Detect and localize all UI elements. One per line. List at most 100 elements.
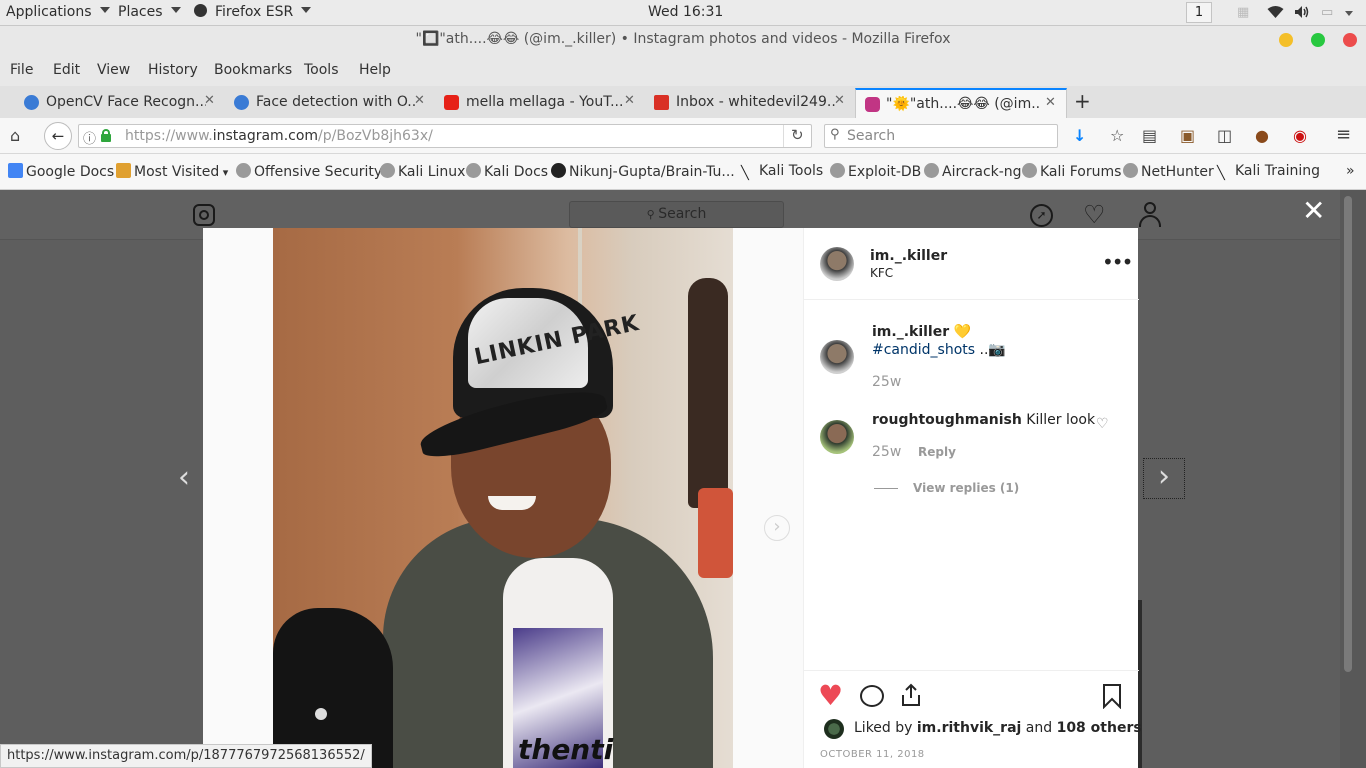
comment-icon[interactable] <box>860 685 884 707</box>
web-search-input[interactable]: ⚲ Search <box>824 124 1058 148</box>
bookmark-nethunter[interactable]: NetHunter <box>1123 163 1214 180</box>
cookie-icon[interactable]: ● <box>1255 126 1269 145</box>
lock-icon[interactable] <box>101 129 111 142</box>
bookmark-kali-docs[interactable]: Kali Docs <box>466 163 548 180</box>
wifi-icon[interactable] <box>1267 5 1284 23</box>
close-tab-icon[interactable]: ✕ <box>834 93 845 108</box>
applications-menu[interactable]: Applications <box>6 4 110 20</box>
clock[interactable]: Wed 16:31 <box>648 4 723 20</box>
save-bookmark-icon[interactable] <box>1102 683 1122 710</box>
bookmark-google-docs[interactable]: Google Docs <box>8 163 114 180</box>
carousel-next-icon[interactable]: › <box>764 515 790 541</box>
home-icon[interactable]: ⌂ <box>10 126 20 145</box>
close-tab-icon[interactable]: ✕ <box>624 93 635 108</box>
bookmark-most-visited[interactable]: Most Visited ▾ <box>116 163 228 180</box>
bookmark-github-repo[interactable]: Nikunj-Gupta/Brain-Tu... <box>551 163 735 180</box>
menu-file[interactable]: File <box>10 62 33 78</box>
explore-compass-icon[interactable]: ➚ <box>1030 204 1053 227</box>
avatar[interactable] <box>820 420 854 454</box>
menu-bookmarks[interactable]: Bookmarks <box>214 62 292 78</box>
battery-icon[interactable]: ▭ <box>1321 5 1333 20</box>
bookmark-offensive-security[interactable]: Offensive Security <box>236 163 382 180</box>
view-replies-link[interactable]: View replies (1) <box>913 481 1019 495</box>
screenshot-icon[interactable]: ▣ <box>1180 126 1195 145</box>
bookmark-kali-forums[interactable]: Kali Forums <box>1022 163 1121 180</box>
post-date[interactable]: OCTOBER 11, 2018 <box>820 749 925 760</box>
more-bookmarks-icon[interactable]: » <box>1346 163 1355 179</box>
tab-opencv[interactable]: OpenCV Face Recogn... ✕ <box>24 88 220 118</box>
hamburger-menu-icon[interactable]: ≡ <box>1336 124 1351 145</box>
post-username[interactable]: im._.killer <box>870 248 947 264</box>
caption-author[interactable]: im._.killer 💛 <box>872 324 971 340</box>
liked-by-others[interactable]: 108 others <box>1057 720 1142 736</box>
reload-icon[interactable]: ↻ <box>791 126 804 144</box>
bookmark-kali-training[interactable]: ╲ Kali Training <box>1217 163 1320 181</box>
power-icon[interactable] <box>1345 5 1353 20</box>
instagram-search-input[interactable]: ⚲ Search <box>569 201 784 228</box>
globe-icon <box>1022 163 1037 178</box>
library-icon[interactable]: ▤ <box>1142 126 1157 145</box>
caption-age[interactable]: 25w <box>872 374 901 390</box>
workspace-indicator[interactable]: 1 <box>1186 2 1212 23</box>
bookmark-aircrack[interactable]: Aircrack-ng <box>924 163 1022 180</box>
scrollbar-thumb[interactable] <box>1344 196 1352 672</box>
bookmark-kali-linux[interactable]: Kali Linux <box>380 163 465 180</box>
reply-link[interactable]: Reply <box>918 445 956 459</box>
avatar[interactable] <box>820 247 854 281</box>
more-options-icon[interactable]: ••• <box>1102 250 1133 274</box>
chevron-down-icon: ▾ <box>219 166 229 179</box>
window-title: "🔲"ath....😂😂 (@im._.killer) • Instagram … <box>415 31 951 47</box>
liked-by-user[interactable]: im.rithvik_raj <box>917 720 1021 736</box>
post-modal: thenti LINKIN PARK › im._.killer KFC •••… <box>203 228 1142 768</box>
menu-help[interactable]: Help <box>359 62 391 78</box>
tab-youtube[interactable]: mella mellaga - YouT... ✕ <box>444 88 640 118</box>
liker-avatar[interactable] <box>824 719 844 739</box>
profile-icon[interactable] <box>1139 202 1161 228</box>
kali-tools-icon: ╲ <box>741 166 749 181</box>
bookmark-exploit-db[interactable]: Exploit-DB <box>830 163 921 180</box>
close-tab-icon[interactable]: ✕ <box>414 93 425 108</box>
info-icon[interactable]: ⓘ <box>83 128 96 147</box>
instagram-icon <box>865 97 880 112</box>
places-menu[interactable]: Places <box>118 4 181 20</box>
next-post-arrow-icon[interactable]: › <box>1143 458 1185 499</box>
liked-heart-icon[interactable]: ♥ <box>818 679 843 712</box>
bookmark-kali-tools[interactable]: ╲ Kali Tools <box>741 163 823 181</box>
menu-edit[interactable]: Edit <box>53 62 80 78</box>
firefox-app-menu[interactable]: Firefox ESR <box>194 4 312 20</box>
share-icon[interactable] <box>900 683 922 707</box>
menu-history[interactable]: History <box>148 62 198 78</box>
avatar[interactable] <box>820 340 854 374</box>
maximize-button[interactable] <box>1311 33 1325 47</box>
close-tab-icon[interactable]: ✕ <box>1045 95 1056 110</box>
hashtag-link[interactable]: #candid_shots <box>872 342 975 358</box>
gmail-icon <box>654 95 669 110</box>
menu-view[interactable]: View <box>97 62 130 78</box>
comment-age[interactable]: 25w <box>872 444 901 460</box>
globe-icon <box>466 163 481 178</box>
volume-icon[interactable] <box>1294 5 1310 23</box>
previous-post-arrow-icon[interactable]: ‹ <box>178 460 190 495</box>
url-text[interactable]: https://www.instagram.com/p/BozVb8jh63x/ <box>125 128 433 144</box>
extension-icon[interactable]: ◉ <box>1293 126 1307 145</box>
activity-heart-icon[interactable]: ♡ <box>1083 200 1105 229</box>
url-bar[interactable]: ⓘ https://www.instagram.com/p/BozVb8jh63… <box>78 124 812 148</box>
tab-face-detection[interactable]: Face detection with O... ✕ <box>234 88 430 118</box>
tab-instagram-active[interactable]: "🌞"ath....😂😂 (@im.... ✕ <box>855 88 1067 118</box>
globe-icon <box>380 163 395 178</box>
back-button[interactable]: ← <box>44 122 72 150</box>
bookmark-star-icon[interactable]: ☆ <box>1110 126 1124 145</box>
close-window-button[interactable] <box>1343 33 1357 47</box>
comment-username[interactable]: roughtoughmanish <box>872 412 1022 428</box>
downloads-icon[interactable]: ↓ <box>1073 126 1086 145</box>
like-comment-heart-icon[interactable]: ♡ <box>1096 416 1109 432</box>
post-location[interactable]: KFC <box>870 266 893 280</box>
minimize-button[interactable] <box>1279 33 1293 47</box>
menu-tools[interactable]: Tools <box>304 62 339 78</box>
close-modal-icon[interactable]: ✕ <box>1302 194 1325 227</box>
instagram-logo-icon[interactable] <box>193 204 215 226</box>
sidebar-icon[interactable]: ◫ <box>1217 126 1232 145</box>
new-tab-button[interactable]: + <box>1074 89 1091 113</box>
close-tab-icon[interactable]: ✕ <box>204 93 215 108</box>
tab-gmail[interactable]: Inbox - whitedevil249... ✕ <box>654 88 850 118</box>
